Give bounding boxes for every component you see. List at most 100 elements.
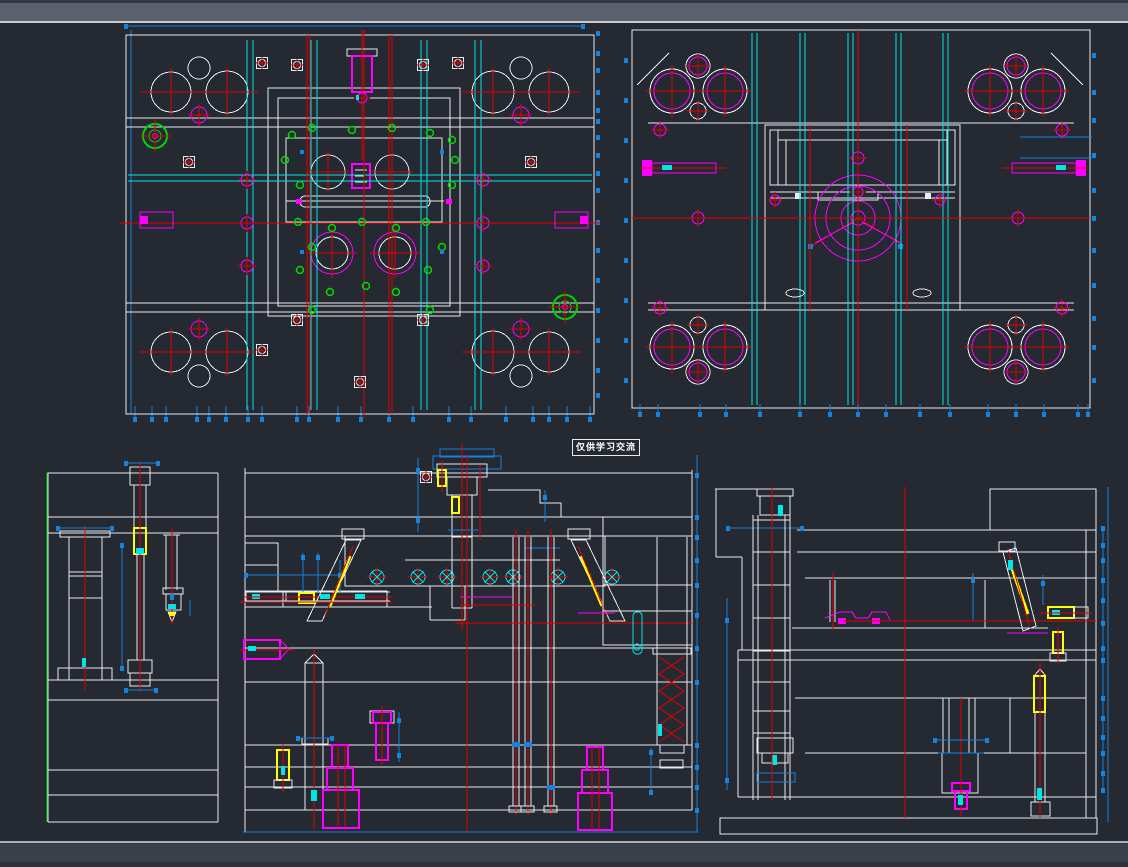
shape-t: [933, 738, 937, 743]
shape-rf: [440, 150, 444, 154]
shape-t: [110, 526, 114, 531]
shape-vt: [565, 417, 569, 422]
shape-t: [1092, 216, 1096, 221]
shape-vt: [411, 417, 415, 422]
shape-vt: [547, 417, 551, 422]
shape-p: [571, 540, 625, 621]
shape-t: [1101, 621, 1105, 626]
shape-vt: [918, 412, 922, 417]
shape-t: [244, 573, 248, 578]
shape-t: [596, 171, 600, 176]
shape-t: [624, 258, 628, 263]
shape-vt: [150, 417, 154, 422]
drawing-canvas[interactable]: [0, 0, 1128, 867]
shape-t: [695, 558, 699, 563]
shape-t: [1101, 735, 1105, 740]
shape-t: [695, 515, 699, 520]
shape-rf: [547, 785, 555, 790]
shape-t: [1101, 788, 1105, 793]
shape-vt: [948, 412, 952, 417]
shape-t: [596, 393, 600, 398]
shape-vt: [588, 417, 592, 422]
shape-t: [695, 808, 699, 813]
watermark-label: 仅供学习交流: [572, 439, 640, 456]
shape-t: [1101, 598, 1105, 603]
shape-t: [624, 178, 628, 183]
shape-t: [330, 736, 334, 741]
shape-r: [660, 745, 684, 753]
shape-t: [800, 526, 804, 531]
shape-rf: [168, 604, 176, 609]
shape-t: [695, 646, 699, 651]
shape-gp: [427, 130, 434, 137]
shape-r: [757, 489, 793, 496]
shape-rf: [355, 594, 365, 599]
shape-vt: [758, 412, 762, 417]
shape-t: [596, 248, 600, 253]
shape-t: [596, 338, 600, 343]
shape-t: [1101, 646, 1105, 651]
shape-rf: [580, 216, 588, 224]
shape-c: [188, 57, 210, 79]
shape-rf: [1056, 165, 1066, 170]
shape-vt: [164, 417, 168, 422]
shape-c: [510, 57, 532, 79]
shape-c: [510, 365, 532, 387]
shape-t: [1092, 153, 1096, 158]
shape-vt: [724, 412, 728, 417]
shape-t: [624, 218, 628, 223]
taskbar-edge: [0, 862, 1128, 867]
shape-t: [1092, 248, 1096, 253]
shape-t: [581, 24, 585, 29]
shape-rf: [524, 742, 532, 747]
shape-t: [1092, 345, 1096, 350]
watermark-text: 仅供学习交流: [576, 442, 636, 452]
shape-r: [943, 698, 975, 753]
shape-rf: [170, 594, 174, 600]
shape-rf: [446, 199, 452, 204]
shape-vt: [207, 417, 211, 422]
shape-r: [509, 806, 521, 812]
shape-t: [296, 736, 300, 741]
shape-gp: [297, 182, 304, 189]
shape-vt: [469, 417, 473, 422]
shape-t: [1101, 658, 1105, 663]
shape-t: [649, 790, 653, 795]
shape-vt: [504, 417, 508, 422]
shape-t: [624, 58, 628, 63]
shape-t: [596, 31, 600, 36]
shape-rf: [140, 216, 148, 224]
shape-l: [581, 556, 602, 606]
shape-vt: [246, 417, 250, 422]
shape-r: [757, 773, 795, 782]
shape-t: [596, 153, 600, 158]
shape-t: [695, 613, 699, 618]
shape-vt: [856, 412, 860, 417]
shape-gp: [439, 244, 446, 251]
shape-t: [624, 98, 628, 103]
shape-rf: [320, 594, 330, 599]
shape-r: [720, 818, 1097, 834]
shape-rf: [658, 724, 662, 736]
shape-vt: [387, 417, 391, 422]
shape-t: [596, 188, 600, 193]
shape-vt: [1042, 412, 1046, 417]
shape-t: [1101, 526, 1105, 531]
shape-t: [301, 555, 305, 560]
shape-vt: [828, 412, 832, 417]
shape-t: [1101, 696, 1105, 701]
shape-t: [124, 688, 128, 693]
shape-t: [416, 468, 420, 473]
title-bar[interactable]: [0, 0, 1128, 23]
shape-t: [596, 135, 600, 140]
shape-rf: [440, 250, 444, 254]
shape-t: [1092, 53, 1096, 58]
shape-r: [582, 770, 608, 793]
shape-t: [726, 526, 730, 531]
shape-t: [596, 368, 600, 373]
shape-t: [1092, 90, 1096, 95]
shape-rf: [1037, 788, 1042, 800]
shape-vt: [336, 417, 340, 422]
shape-t: [1092, 188, 1096, 193]
shape-rf: [169, 612, 175, 616]
